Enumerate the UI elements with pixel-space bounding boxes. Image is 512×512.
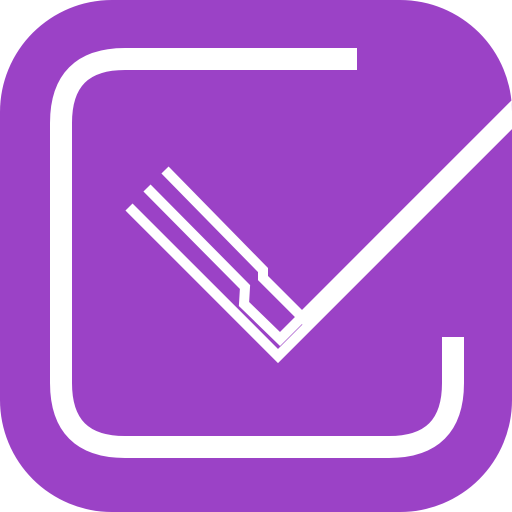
checklist-app-icon xyxy=(0,0,512,512)
checklist-icon-graphic xyxy=(0,0,512,512)
